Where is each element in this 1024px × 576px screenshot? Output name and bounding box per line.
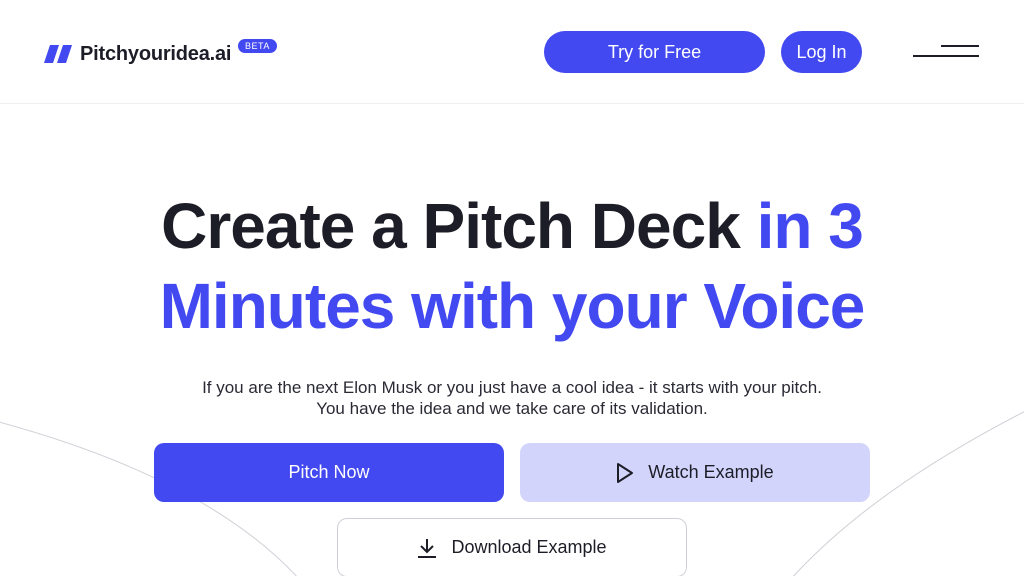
logo-slash-mark-icon <box>44 45 72 63</box>
hero-title-line2: Minutes with your Voice <box>159 270 866 342</box>
menu-line-top <box>941 45 979 47</box>
menu-line-bottom <box>913 55 979 57</box>
logo-text: Pitchyouridea.ai <box>80 42 232 65</box>
hero-title: Create a Pitch Deck in 3 Minutes with yo… <box>0 186 1024 346</box>
hero-title-part2: in 3 <box>756 190 864 262</box>
logo-link[interactable]: Pitchyouridea.ai <box>44 38 231 70</box>
download-icon <box>418 538 437 558</box>
play-icon <box>617 462 634 483</box>
download-example-label: Download Example <box>451 537 607 557</box>
watch-example-button[interactable]: Watch Example <box>520 443 870 502</box>
log-in-button[interactable]: Log In <box>781 31 862 73</box>
site-header: Pitchyouridea.ai BETA Try for Free Log I… <box>0 0 1024 104</box>
download-example-button[interactable]: Download Example <box>337 518 687 576</box>
hero-subtitle: If you are the next Elon Musk or you jus… <box>0 377 1024 419</box>
pitch-now-button[interactable]: Pitch Now <box>154 443 504 502</box>
hero-subtitle-line1: If you are the next Elon Musk or you jus… <box>202 378 822 397</box>
hero-subtitle-line2: You have the idea and we take care of it… <box>316 399 708 418</box>
pitch-now-label: Pitch Now <box>288 462 370 482</box>
hero-title-part1: Create a Pitch Deck <box>161 190 757 262</box>
watch-example-label: Watch Example <box>648 462 774 482</box>
beta-badge: BETA <box>238 39 277 53</box>
hamburger-menu-icon[interactable] <box>913 44 979 60</box>
try-for-free-button[interactable]: Try for Free <box>544 31 765 73</box>
